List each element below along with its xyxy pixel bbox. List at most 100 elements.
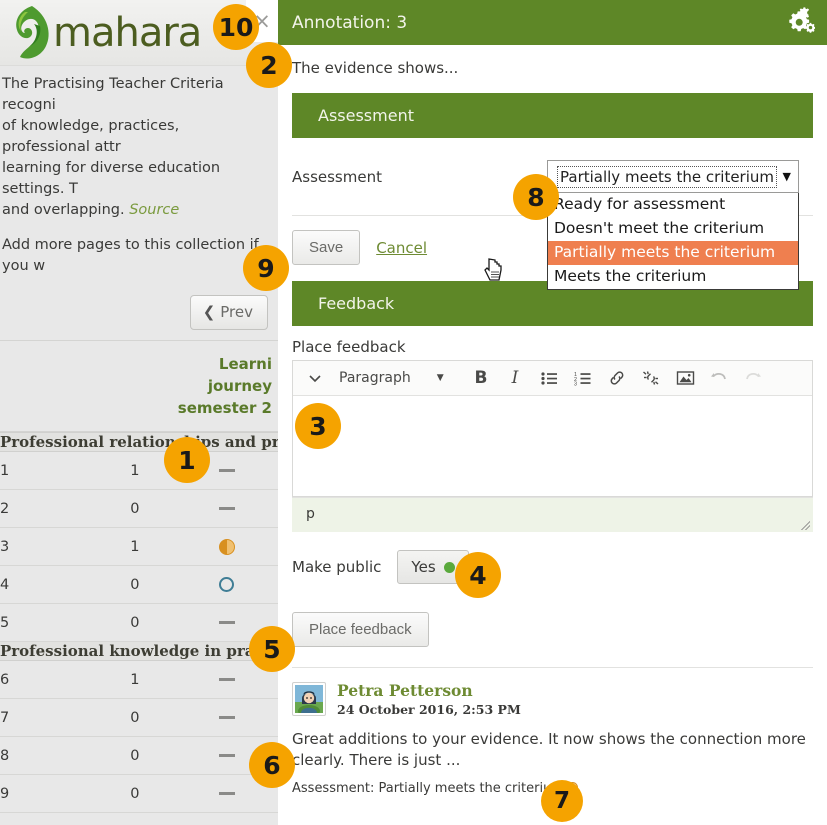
collection-title-line-1: Learni [218,355,272,373]
modal-title: Annotation: 3 [292,12,408,33]
gear-cogs-icon[interactable] [785,6,816,39]
table-row[interactable]: 40 [0,565,278,604]
intro-body-text: The Practising Teacher Criteria recogni [2,76,224,113]
place-feedback-button[interactable]: Place feedback [292,612,429,647]
link-icon[interactable] [601,365,633,392]
matrix-group-heading-row: Professional knowledge in practice [0,641,278,661]
criterion-number: 2 [0,489,131,528]
numbered-list-icon[interactable]: 123 [567,365,599,392]
status-dash-icon [219,716,236,719]
feedback-textarea[interactable] [293,396,812,496]
assessment-option[interactable]: Ready for assessment [548,193,798,217]
callout-badge-5: 5 [249,626,295,672]
criterion-number: 8 [0,736,131,775]
callout-badge-2: 2 [246,42,292,88]
table-row[interactable]: 80 [0,736,278,775]
table-row[interactable]: 61 [0,660,278,699]
comment-date: 24 October 2016, 2:53 PM [337,702,521,717]
criterion-number: 4 [0,565,131,604]
matrix-group-heading: Professional relationships and prof [0,432,278,452]
italic-button[interactable]: I [499,365,531,392]
comment-assessment-text: Assessment: Partially meets the criteriu… [292,781,564,796]
criterion-number: 10 [0,812,131,825]
chevron-left-icon: ❮ [202,303,216,321]
chevron-down-icon[interactable] [299,365,331,392]
brand-name: mahara [53,10,202,56]
user-avatar-icon[interactable] [292,682,326,717]
table-row[interactable]: 20 [0,489,278,528]
intro-body-text-2: of knowledge, practices, professional at… [2,118,180,155]
annotation-count: 0 [130,603,220,642]
annotation-modal: Annotation: 3 The evidence shows... Asse… [278,0,827,825]
caret-down-icon: ▼ [436,373,444,383]
annotation-count: 0 [130,698,220,737]
save-button[interactable]: Save [292,230,361,265]
intro-paragraph-1: dash The Practising Teacher Criteria rec… [2,74,268,221]
undo-icon[interactable] [703,365,735,392]
annotation-count: 0 [130,489,220,528]
table-row[interactable]: 70 [0,698,278,737]
screen-root: mahara dash The Practising Teacher Crite… [0,0,827,825]
criterion-number: 7 [0,698,131,737]
mouse-cursor-pointer [484,258,506,288]
criterion-number: 1 [0,451,131,490]
assessment-field-label: Assessment [292,167,382,186]
table-row[interactable]: 90 [0,774,278,813]
collection-title-line-2: journey [207,377,272,395]
table-row[interactable]: 11 [0,451,278,490]
intro-body-text-4: and overlapping. [2,202,130,218]
criterion-status-cell[interactable] [219,565,278,604]
callout-badge-7: 7 [541,780,583,822]
bullet-list-icon[interactable] [533,365,565,392]
criterion-status-cell[interactable] [219,489,278,528]
table-row[interactable]: 31 [0,527,278,566]
status-dash-icon [219,678,236,681]
status-dash-icon [219,507,236,510]
intro-body-text-3: learning for diverse education settings.… [2,160,221,197]
left-collection-panel: mahara dash The Practising Teacher Crite… [0,0,278,825]
prev-button[interactable]: ❮ Prev [189,295,268,330]
mahara-logo[interactable]: mahara [8,4,202,62]
criterion-number: 3 [0,527,131,566]
redo-icon[interactable] [737,365,769,392]
collection-title[interactable]: Learni journey semester 2 [0,341,278,432]
callout-badge-6: 6 [249,742,295,788]
status-dash-icon [219,792,236,795]
unlink-icon[interactable] [635,365,667,392]
source-link[interactable]: Source [129,202,179,218]
table-row[interactable]: 100 [0,812,278,825]
svg-text:3: 3 [574,381,577,385]
place-feedback-row: Place feedback [292,612,813,647]
assessment-option[interactable]: Partially meets the criterium [548,241,798,265]
annotation-count: 0 [130,736,220,775]
comment-body: Great additions to your evidence. It now… [292,730,806,769]
assessment-option[interactable]: Meets the criterium [548,265,798,289]
assessment-select[interactable]: Partially meets the criterium ▼ [547,160,799,193]
status-dash-icon [219,754,236,757]
criterion-status-cell[interactable] [219,812,278,825]
callout-badge-8: 8 [513,174,559,220]
assessment-section-bar: Assessment [292,93,813,138]
resize-grip-handle[interactable] [801,521,810,530]
criterion-status-cell[interactable] [219,451,278,490]
criterion-status-cell[interactable] [219,527,278,566]
status-open-circle-icon [219,577,235,592]
assessment-option[interactable]: Doesn't meet the criterium [548,217,798,241]
matrix-group-heading-row: Professional relationships and prof [0,432,278,452]
collection-intro: dash The Practising Teacher Criteria rec… [0,66,278,277]
criterion-status-cell[interactable] [219,698,278,737]
table-row[interactable]: 50 [0,603,278,642]
cancel-link[interactable]: Cancel [376,239,427,257]
callout-badge-9: 9 [243,245,289,291]
editor-status-bar: p [292,497,813,532]
annotation-count: 0 [130,774,220,813]
collection-title-line-3: semester 2 [177,399,272,417]
modal-header: Annotation: 3 [278,0,827,45]
comment-author[interactable]: Petra Petterson [337,682,521,700]
format-select[interactable]: Paragraph ▼ [333,370,463,386]
bold-button[interactable]: B [465,365,497,392]
callout-badge-4: 4 [455,552,501,598]
intro-paragraph-2: Add more pages to this collection if you… [2,237,259,274]
image-icon[interactable] [669,365,701,392]
make-public-value: Yes [411,558,436,576]
